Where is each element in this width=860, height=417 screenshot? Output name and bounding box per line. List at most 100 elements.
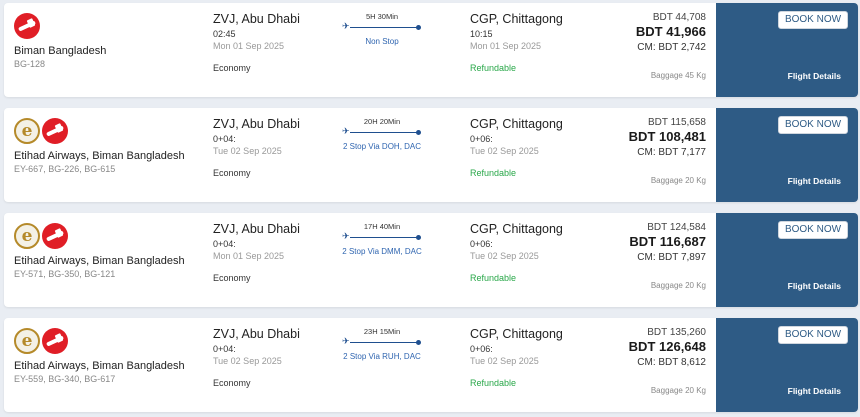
plane-icon: ✈ (342, 336, 350, 346)
plane-icon: ✈ (342, 231, 350, 241)
biman-logo (42, 328, 68, 354)
route-summary: 23H 15Min ✈ 2 Stop Via RUH, DAC (342, 327, 422, 362)
action-panel: BOOK NOW Flight Details (716, 318, 858, 412)
book-now-button[interactable]: BOOK NOW (778, 221, 848, 239)
arrival-info: CGP, Chittagong 0+06: Tue 02 Sep 2025 (470, 327, 590, 366)
commission: CM: BDT 7,177 (637, 147, 706, 158)
departure-time: 0+04: (213, 239, 236, 249)
arrival-city: CGP, Chittagong (470, 117, 563, 131)
airline-name: Biman Bangladesh (14, 45, 107, 57)
flight-results-list: Biman Bangladesh BG-128 ZVJ, Abu Dhabi 0… (0, 0, 860, 417)
plane-icon: ✈ (342, 126, 350, 136)
arrival-info: CGP, Chittagong 10:15 Mon 01 Sep 2025 (470, 12, 590, 51)
action-panel: BOOK NOW Flight Details (716, 108, 858, 202)
etihad-logo: e (14, 328, 40, 354)
departure-info: ZVJ, Abu Dhabi 0+04: Tue 02 Sep 2025 (213, 117, 333, 156)
route-line: ✈ (342, 336, 422, 348)
arrival-info: CGP, Chittagong 0+06: Tue 02 Sep 2025 (470, 117, 590, 156)
route-bar (350, 27, 418, 28)
arrival-date: Tue 02 Sep 2025 (470, 251, 539, 261)
dot-icon (416, 130, 421, 135)
book-now-button[interactable]: BOOK NOW (778, 326, 848, 344)
dot-icon (416, 235, 421, 240)
baggage-allowance: Baggage 20 Kg (650, 386, 706, 395)
etihad-logo-glyph: e (21, 226, 33, 246)
gross-fare: BDT 124,584 (647, 222, 706, 233)
flight-details-link[interactable]: Flight Details (788, 281, 841, 291)
stops-info[interactable]: 2 Stop Via DOH, DAC (342, 141, 422, 152)
departure-city: ZVJ, Abu Dhabi (213, 117, 300, 131)
route-summary: 17H 40Min ✈ 2 Stop Via DMM, DAC (342, 222, 422, 257)
commission: CM: BDT 2,742 (637, 42, 706, 53)
departure-city: ZVJ, Abu Dhabi (213, 222, 300, 236)
flight-duration: 23H 15Min (363, 327, 401, 336)
cabin-class: Economy (213, 378, 251, 388)
refundable-status: Refundable (470, 273, 517, 283)
etihad-logo-glyph: e (21, 121, 33, 141)
arrival-date: Mon 01 Sep 2025 (470, 41, 542, 51)
dot-icon (416, 25, 421, 30)
airline-name: Etihad Airways, Biman Bangladesh (14, 255, 185, 267)
departure-date: Tue 02 Sep 2025 (213, 356, 282, 366)
route-summary: 5H 30Min ✈ Non Stop (342, 12, 422, 47)
departure-info: ZVJ, Abu Dhabi 02:45 Mon 01 Sep 2025 (213, 12, 333, 51)
book-now-button[interactable]: BOOK NOW (778, 116, 848, 134)
plane-icon: ✈ (342, 21, 350, 31)
route-summary: 20H 20Min ✈ 2 Stop Via DOH, DAC (342, 117, 422, 152)
flight-details-link[interactable]: Flight Details (788, 386, 841, 396)
route-bar (350, 237, 418, 238)
etihad-logo: e (14, 223, 40, 249)
departure-city: ZVJ, Abu Dhabi (213, 12, 300, 26)
etihad-logo-glyph: e (21, 331, 33, 351)
commission: CM: BDT 8,612 (637, 357, 706, 368)
flight-card: e Etihad Airways, Biman Bangladesh EY-55… (4, 318, 858, 412)
refundable-status: Refundable (470, 378, 517, 388)
departure-time: 02:45 (213, 29, 236, 39)
net-fare: BDT 41,966 (635, 24, 706, 39)
stops-info[interactable]: 2 Stop Via DMM, DAC (342, 246, 422, 257)
cabin-class: Economy (213, 63, 251, 73)
net-fare: BDT 108,481 (628, 129, 706, 144)
biman-logo (14, 13, 40, 39)
flight-card: e Etihad Airways, Biman Bangladesh EY-66… (4, 108, 858, 202)
departure-info: ZVJ, Abu Dhabi 0+04: Mon 01 Sep 2025 (213, 222, 333, 261)
route-bar (350, 342, 418, 343)
flight-numbers: EY-667, BG-226, BG-615 (14, 164, 116, 174)
arrival-info: CGP, Chittagong 0+06: Tue 02 Sep 2025 (470, 222, 590, 261)
flight-card: e Etihad Airways, Biman Bangladesh EY-57… (4, 213, 858, 307)
biman-logo (42, 223, 68, 249)
departure-info: ZVJ, Abu Dhabi 0+04: Tue 02 Sep 2025 (213, 327, 333, 366)
book-now-button[interactable]: BOOK NOW (778, 11, 848, 29)
airline-name: Etihad Airways, Biman Bangladesh (14, 360, 185, 372)
arrival-time: 0+06: (470, 134, 493, 144)
flight-duration: 20H 20Min (363, 117, 401, 126)
arrival-time: 0+06: (470, 344, 493, 354)
arrival-city: CGP, Chittagong (470, 12, 563, 26)
flight-numbers: EY-571, BG-350, BG-121 (14, 269, 116, 279)
stops-info[interactable]: Non Stop (342, 36, 422, 47)
gross-fare: BDT 115,658 (647, 117, 706, 128)
action-panel: BOOK NOW Flight Details (716, 3, 858, 97)
flight-details-link[interactable]: Flight Details (788, 71, 841, 81)
flight-numbers: EY-559, BG-340, BG-617 (14, 374, 116, 384)
flight-duration: 17H 40Min (363, 222, 401, 231)
departure-date: Mon 01 Sep 2025 (213, 41, 285, 51)
net-fare: BDT 126,648 (628, 339, 706, 354)
refundable-status: Refundable (470, 63, 517, 73)
departure-city: ZVJ, Abu Dhabi (213, 327, 300, 341)
baggage-allowance: Baggage 20 Kg (650, 281, 706, 290)
departure-time: 0+04: (213, 344, 236, 354)
baggage-allowance: Baggage 20 Kg (650, 176, 706, 185)
airline-logos (14, 13, 40, 39)
departure-date: Tue 02 Sep 2025 (213, 146, 282, 156)
flight-details-link[interactable]: Flight Details (788, 176, 841, 186)
cabin-class: Economy (213, 168, 251, 178)
fare-info: BDT 124,584 BDT 116,687 CM: BDT 7,897 (576, 222, 706, 263)
refundable-status: Refundable (470, 168, 517, 178)
stops-info[interactable]: 2 Stop Via RUH, DAC (342, 351, 422, 362)
arrival-time: 0+06: (470, 239, 493, 249)
airline-logos: e (14, 328, 68, 354)
commission: CM: BDT 7,897 (637, 252, 706, 263)
arrival-time: 10:15 (470, 29, 493, 39)
airline-name: Etihad Airways, Biman Bangladesh (14, 150, 185, 162)
